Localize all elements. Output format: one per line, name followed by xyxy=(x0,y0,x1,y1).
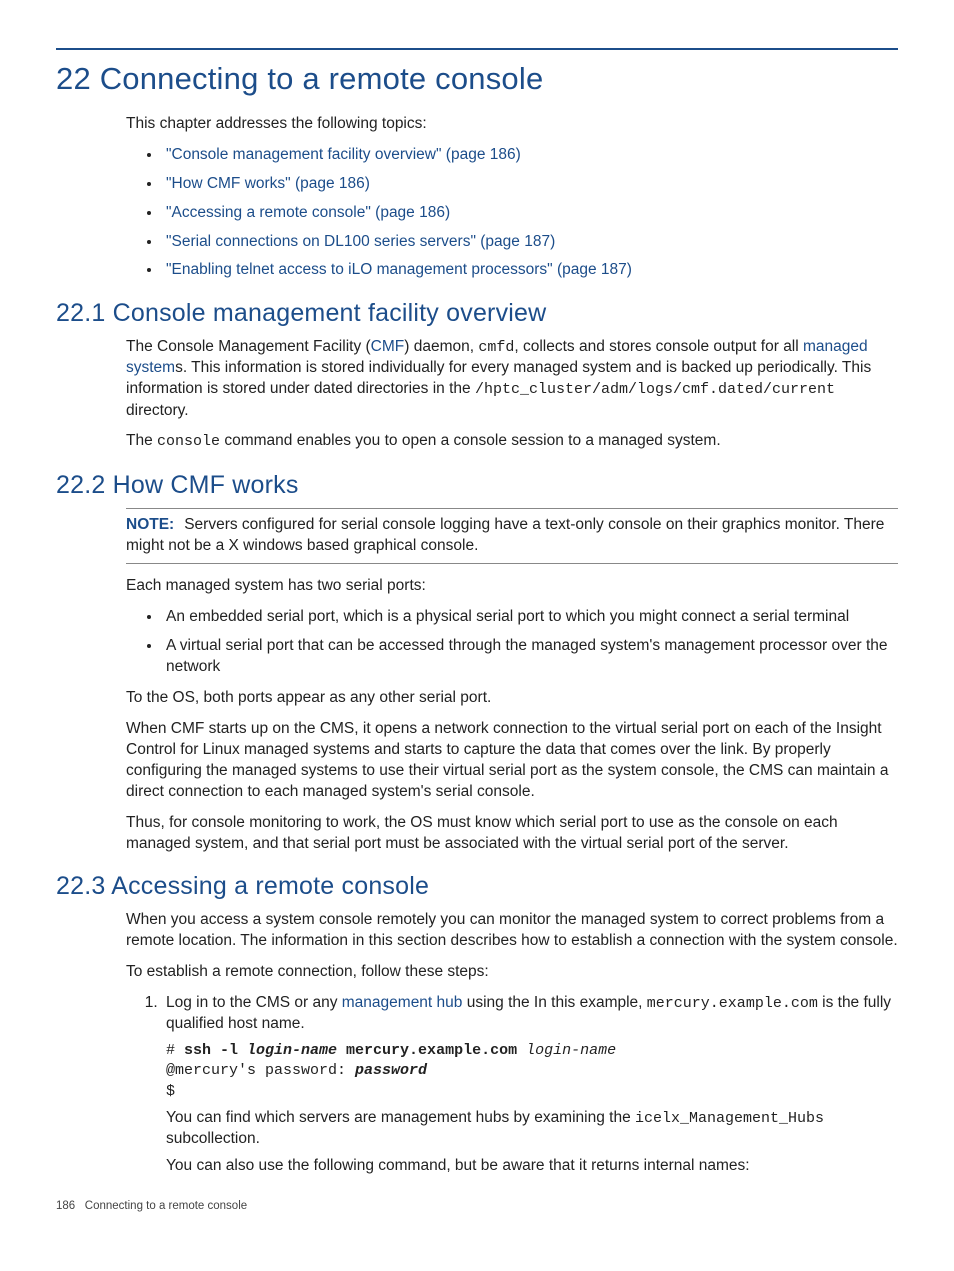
section-221-heading: 22.1 Console management facility overvie… xyxy=(56,297,898,331)
toc-link-accessing-remote-console[interactable]: "Accessing a remote console" (page 186) xyxy=(166,204,450,221)
toc-link-serial-connections[interactable]: "Serial connections on DL100 series serv… xyxy=(166,233,555,250)
list-item: An embedded serial port, which is a phys… xyxy=(162,607,898,628)
toc-item: "Console management facility overview" (… xyxy=(162,145,898,166)
list-item: A virtual serial port that can be access… xyxy=(162,636,898,678)
code-bold: mercury.example.com xyxy=(337,1042,526,1059)
code-block-ssh: # ssh -l login-name mercury.example.com … xyxy=(166,1041,898,1102)
toc-item: "Enabling telnet access to iLO managemen… xyxy=(162,260,898,281)
section-223-steps: Log in to the CMS or any management hub … xyxy=(126,993,898,1177)
top-rule xyxy=(56,48,898,50)
code-hostname: mercury.example.com xyxy=(647,995,818,1012)
step-1-p2: You can find which servers are managemen… xyxy=(166,1108,898,1150)
section-222-p3: When CMF starts up on the CMS, it opens … xyxy=(126,719,898,803)
text: command enables you to open a console se… xyxy=(220,432,721,449)
chapter-title: 22 Connecting to a remote console xyxy=(56,58,898,100)
link-management-hub[interactable]: management hub xyxy=(342,994,463,1011)
text: You can find which servers are managemen… xyxy=(166,1109,635,1126)
code-bold: ssh -l xyxy=(184,1042,247,1059)
text: subcollection. xyxy=(166,1130,260,1147)
code-console: console xyxy=(157,433,220,450)
text: The Console Management Facility ( xyxy=(126,338,371,355)
text: # xyxy=(166,1042,184,1059)
toc-item: "Accessing a remote console" (page 186) xyxy=(162,203,898,224)
code-cmfd: cmfd xyxy=(478,339,514,356)
chapter-toc: "Console management facility overview" (… xyxy=(126,145,898,282)
section-222-p1: Each managed system has two serial ports… xyxy=(126,576,898,597)
note-text: Servers configured for serial console lo… xyxy=(126,516,884,554)
section-222-p4: Thus, for console monitoring to work, th… xyxy=(126,813,898,855)
text: The xyxy=(126,432,157,449)
text: $ xyxy=(166,1083,175,1100)
toc-item: "Serial connections on DL100 series serv… xyxy=(162,232,898,253)
section-222-p2: To the OS, both ports appear as any othe… xyxy=(126,688,898,709)
page-footer: 186 Connecting to a remote console xyxy=(56,1199,898,1215)
section-221-body: The Console Management Facility (CMF) da… xyxy=(126,337,898,453)
toc-link-cmf-overview[interactable]: "Console management facility overview" (… xyxy=(166,146,521,163)
section-221-p1: The Console Management Facility (CMF) da… xyxy=(126,337,898,421)
link-cmf[interactable]: CMF xyxy=(371,338,405,355)
text: @mercury's password: xyxy=(166,1062,355,1079)
step-1-sub: # ssh -l login-name mercury.example.com … xyxy=(166,1041,898,1177)
step-1: Log in to the CMS or any management hub … xyxy=(162,993,898,1177)
section-221-p2: The console command enables you to open … xyxy=(126,431,898,452)
section-223-p1: When you access a system console remotel… xyxy=(126,910,898,952)
footer-title: Connecting to a remote console xyxy=(85,1200,247,1212)
toc-item: "How CMF works" (page 186) xyxy=(162,174,898,195)
text: , collects and stores console output for… xyxy=(514,338,803,355)
code-bold-ital: password xyxy=(355,1062,427,1079)
text: directory. xyxy=(126,402,189,419)
section-223-heading: 22.3 Accessing a remote console xyxy=(56,870,898,904)
chapter-intro-block: This chapter addresses the following top… xyxy=(126,114,898,282)
chapter-intro-text: This chapter addresses the following top… xyxy=(126,114,898,135)
section-222-bullets: An embedded serial port, which is a phys… xyxy=(126,607,898,678)
toc-link-how-cmf-works[interactable]: "How CMF works" (page 186) xyxy=(166,175,370,192)
code-path: /hptc_cluster/adm/logs/cmf.dated/current xyxy=(475,381,835,398)
text: using the In this example, xyxy=(462,994,646,1011)
code-bold-ital: login-name xyxy=(247,1042,337,1059)
step-1-p3: You can also use the following command, … xyxy=(166,1156,898,1177)
section-223-p2: To establish a remote connection, follow… xyxy=(126,962,898,983)
code-subcollection: icelx_Management_Hubs xyxy=(635,1110,824,1127)
note-box: NOTE:Servers configured for serial conso… xyxy=(126,508,898,564)
note-label: NOTE: xyxy=(126,516,174,533)
toc-link-enabling-telnet[interactable]: "Enabling telnet access to iLO managemen… xyxy=(166,261,632,278)
section-222-body: NOTE:Servers configured for serial conso… xyxy=(126,508,898,854)
text: Log in to the CMS or any xyxy=(166,994,342,1011)
text: ) daemon, xyxy=(404,338,478,355)
section-222-heading: 22.2 How CMF works xyxy=(56,469,898,503)
section-223-body: When you access a system console remotel… xyxy=(126,910,898,1177)
code-ital: login-name xyxy=(526,1042,616,1059)
footer-page-number: 186 xyxy=(56,1200,75,1212)
